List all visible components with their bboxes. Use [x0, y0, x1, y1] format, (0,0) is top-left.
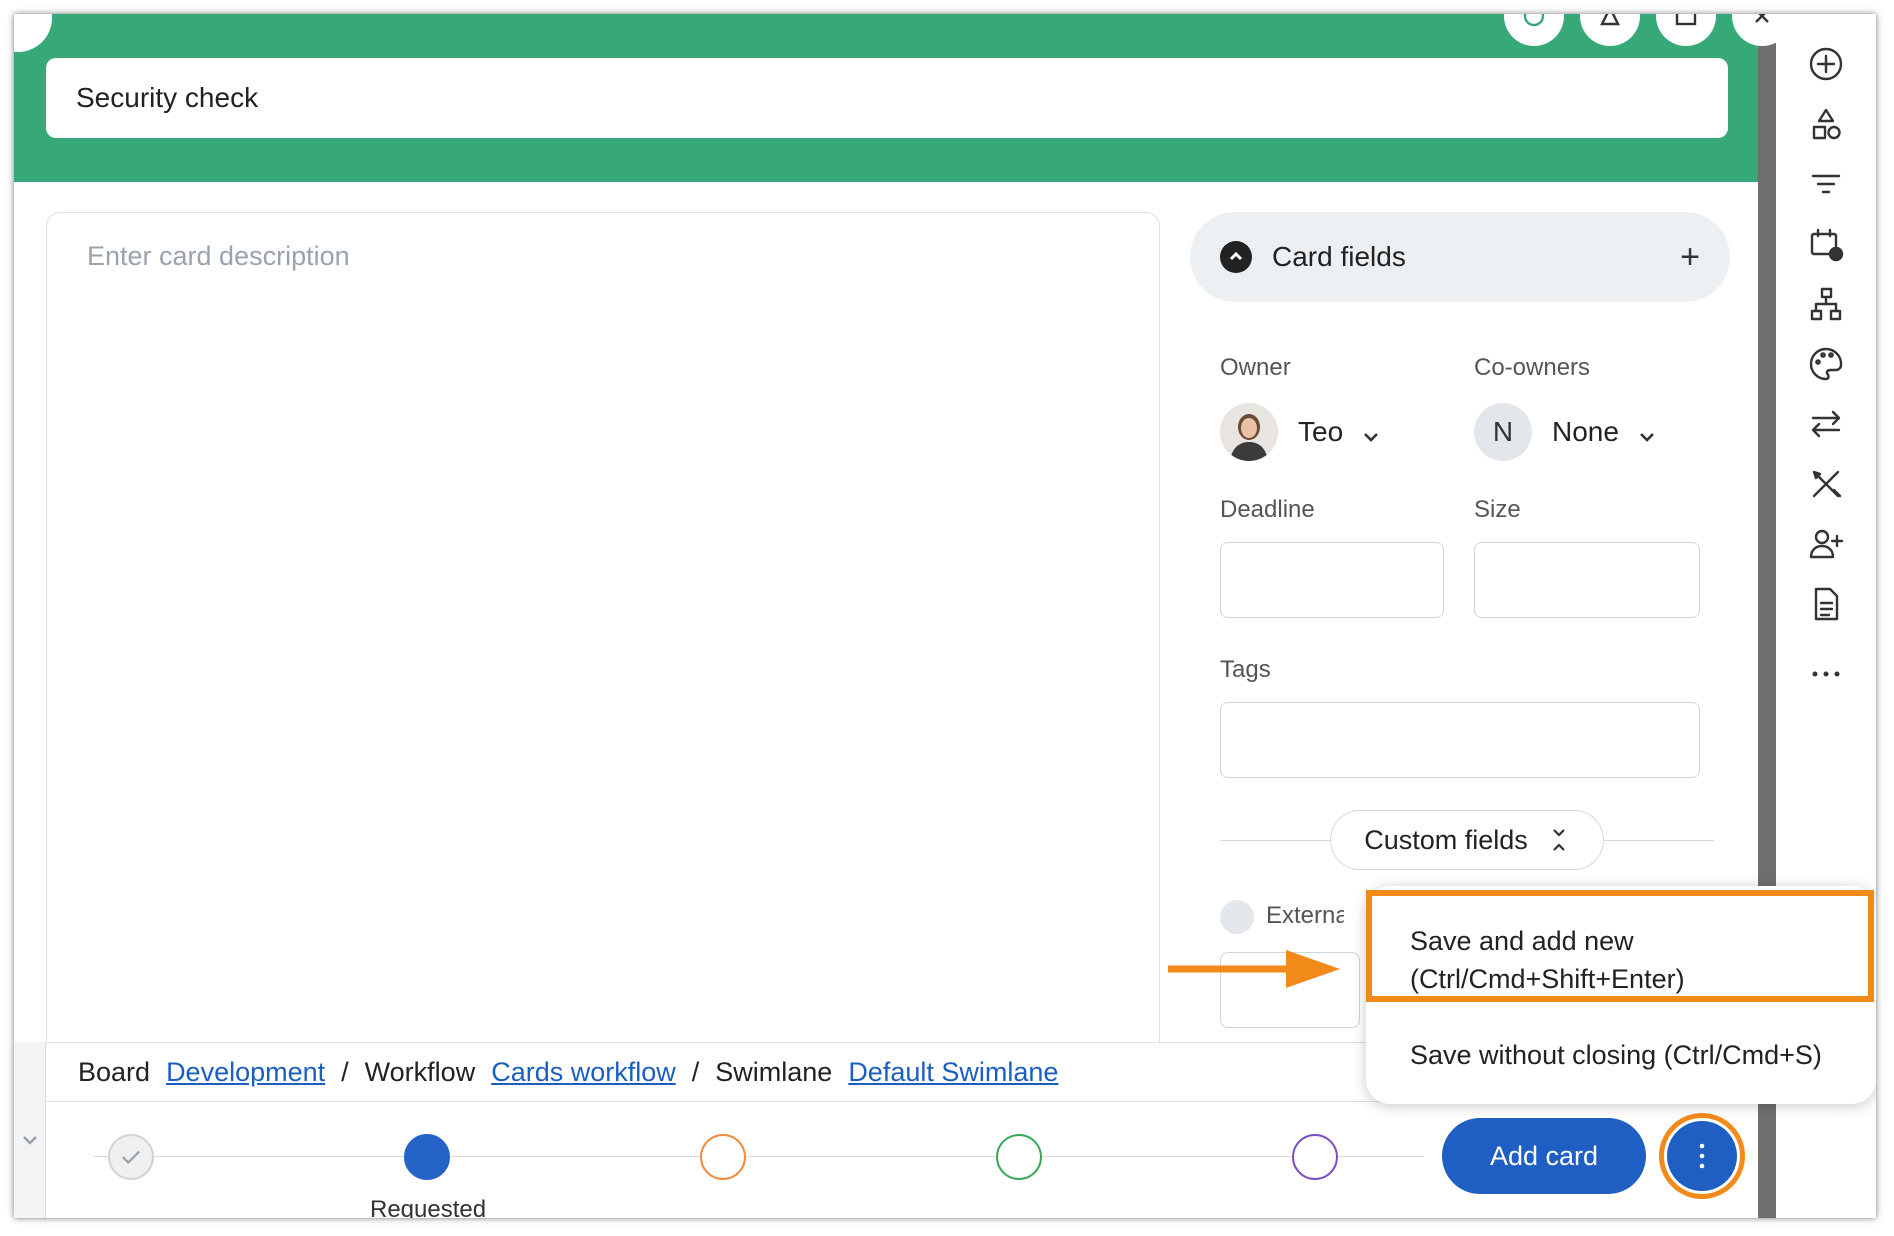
breadcrumb-separator: / [691, 1056, 700, 1087]
breadcrumb-workflow-link[interactable]: Cards workflow [491, 1057, 676, 1088]
hierarchy-icon[interactable] [1806, 284, 1846, 324]
add-user-icon[interactable] [1806, 524, 1846, 564]
coowners-avatar: N [1474, 403, 1532, 461]
tools-icon[interactable] [1806, 464, 1846, 504]
chevron-up-icon[interactable] [1220, 241, 1252, 273]
back-button[interactable] [14, 14, 52, 52]
annotation-highlight-box [1366, 890, 1874, 1002]
card-fields-header[interactable]: Card fields + [1190, 212, 1730, 302]
deadline-field[interactable] [1220, 542, 1444, 618]
breadcrumb-board-label: Board [78, 1056, 151, 1087]
more-options-highlight [1659, 1113, 1745, 1199]
card-title-input[interactable]: Security check [46, 58, 1728, 138]
left-gutter [14, 1042, 46, 1218]
add-circle-icon[interactable] [1806, 44, 1846, 84]
menu-item-save-without-closing[interactable]: Save without closing (Ctrl/Cmd+S) [1366, 1022, 1876, 1092]
owner-name: Teo [1298, 416, 1344, 447]
chevron-down-icon[interactable] [20, 1130, 40, 1150]
workflow-step-done[interactable] [108, 1134, 154, 1180]
divider [1220, 840, 1330, 841]
breadcrumb-swimlane-link[interactable]: Default Swimlane [848, 1057, 1058, 1088]
custom-fields-toggle[interactable]: Custom fields [1330, 810, 1604, 870]
tags-field[interactable] [1220, 702, 1700, 778]
add-card-button[interactable]: Add card [1442, 1118, 1646, 1194]
external-field-label: Externa [1266, 902, 1344, 929]
palette-icon[interactable] [1806, 344, 1846, 384]
external-field-checkbox[interactable] [1220, 900, 1254, 934]
app-window: Security check Enter card description Ca… [14, 14, 1876, 1218]
tags-label: Tags [1220, 656, 1271, 683]
calendar-clock-icon[interactable] [1806, 224, 1846, 264]
swap-arrows-icon[interactable] [1806, 404, 1846, 444]
modal-header: Security check [14, 14, 1792, 182]
workflow-step-5[interactable] [1292, 1134, 1338, 1180]
chevron-down-icon [1361, 422, 1381, 442]
more-options-button[interactable] [1667, 1121, 1737, 1191]
workflow-step-label: Requested [370, 1196, 487, 1218]
breadcrumb-swimlane-label: Swimlane [715, 1056, 833, 1087]
header-action-button-1[interactable] [1504, 14, 1564, 46]
card-fields-title: Card fields [1272, 241, 1406, 272]
header-action-button-3[interactable] [1656, 14, 1716, 46]
breadcrumb-board-link[interactable]: Development [166, 1057, 325, 1088]
workflow-step-4[interactable] [996, 1134, 1042, 1180]
card-description-editor[interactable]: Enter card description [46, 212, 1160, 1042]
deadline-label: Deadline [1220, 496, 1315, 523]
add-field-button[interactable]: + [1680, 238, 1700, 277]
header-action-button-2[interactable] [1580, 14, 1640, 46]
divider [1604, 840, 1714, 841]
document-icon[interactable] [1806, 584, 1846, 624]
size-label: Size [1474, 496, 1521, 523]
chevron-down-icon [1637, 422, 1657, 442]
breadcrumb-separator: / [341, 1056, 349, 1087]
shapes-icon[interactable] [1806, 104, 1846, 144]
more-horizontal-icon[interactable] [1806, 654, 1846, 694]
coowners-label: Co-owners [1474, 354, 1591, 381]
size-field[interactable] [1474, 542, 1700, 618]
custom-fields-label: Custom fields [1364, 824, 1528, 855]
more-vertical-icon [1699, 1143, 1705, 1169]
collapse-arrows-icon [1553, 829, 1565, 851]
breadcrumb-workflow-label: Workflow [364, 1056, 476, 1087]
owner-select[interactable]: Teo [1220, 402, 1381, 462]
description-placeholder: Enter card description [87, 241, 350, 271]
coowners-value: None [1552, 416, 1619, 447]
avatar [1220, 403, 1278, 461]
coowners-initial: N [1492, 416, 1514, 447]
owner-label: Owner [1220, 354, 1291, 381]
coowners-select[interactable]: N None [1474, 402, 1657, 462]
check-icon [122, 1150, 140, 1165]
annotation-arrow-icon [1168, 950, 1340, 988]
workflow-step-requested[interactable] [404, 1134, 450, 1180]
workflow-step-3[interactable] [700, 1134, 746, 1180]
workflow-track [94, 1156, 1424, 1157]
filter-icon[interactable] [1806, 164, 1846, 204]
